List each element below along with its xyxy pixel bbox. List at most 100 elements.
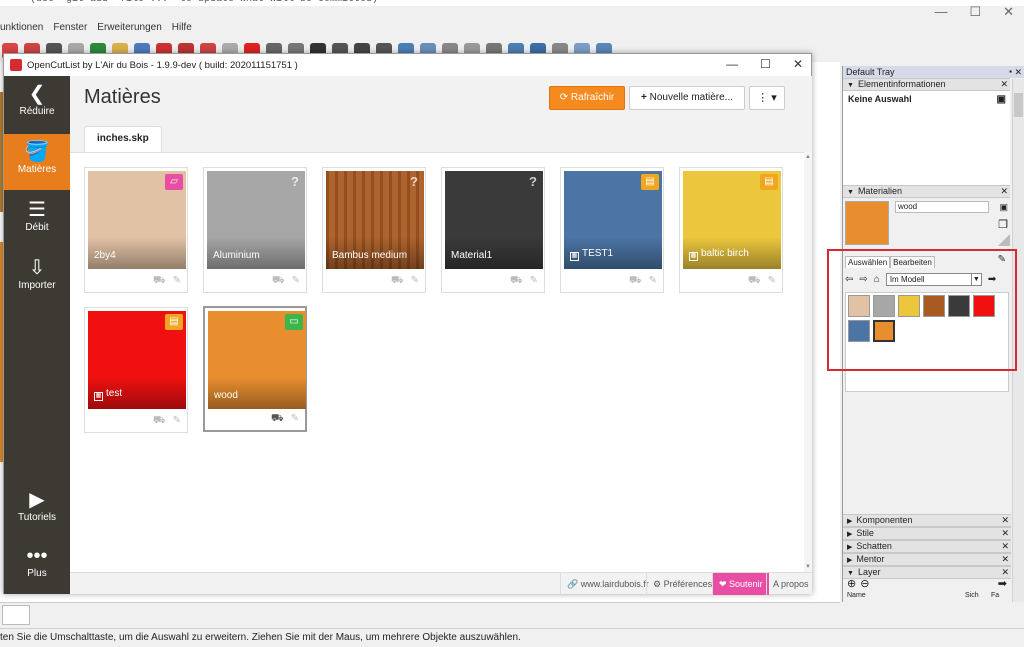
close-icon[interactable]: ✕: [1001, 541, 1009, 552]
more-dots-icon: •••: [26, 545, 48, 567]
sidebar-item-reduce[interactable]: ❮ Réduire: [4, 76, 70, 132]
material-name: Material1: [451, 250, 492, 261]
paint-icon[interactable]: ⛟: [153, 275, 166, 288]
menu-bar: unktionen Fenster Erweiterungen Hilfe: [0, 22, 192, 38]
more-menu-button[interactable]: ⋮ ▾: [749, 86, 785, 110]
column-visible[interactable]: Sich: [965, 592, 991, 602]
preferences-button[interactable]: ⚙ Préférences: [646, 573, 718, 595]
detail-toggle-icon[interactable]: [998, 234, 1010, 246]
edit-icon[interactable]: ✎: [291, 413, 299, 426]
import-icon: ⇩: [28, 257, 46, 279]
details-arrow-icon[interactable]: ➡: [998, 577, 1007, 590]
shadows-header[interactable]: ▶ Schatten ✕: [843, 540, 1011, 553]
edit-icon[interactable]: ✎: [173, 415, 181, 428]
close-icon[interactable]: ✕: [1000, 186, 1008, 197]
tab-file[interactable]: inches.skp: [84, 126, 162, 152]
sidebar-item-more[interactable]: ••• Plus: [4, 538, 70, 594]
paint-icon[interactable]: ⛟: [748, 275, 761, 288]
maximize-button[interactable]: ☐: [969, 4, 981, 20]
window-controls: — ☐ ✕: [726, 57, 803, 71]
create-material-icon[interactable]: ▣: [999, 202, 1008, 213]
edit-icon[interactable]: ✎: [411, 275, 419, 288]
close-icon[interactable]: ✕: [1014, 66, 1022, 78]
close-icon[interactable]: ✕: [1000, 79, 1008, 90]
edit-icon[interactable]: ✎: [649, 275, 657, 288]
paint-icon[interactable]: ⛟: [153, 415, 166, 428]
sidebar-item-cutlist[interactable]: ☰ Débit: [4, 192, 70, 248]
website-link[interactable]: 🔗 www.lairdubois.fr: [560, 573, 655, 595]
scroll-thumb[interactable]: [1014, 93, 1023, 117]
material-name-text: wood: [214, 390, 238, 401]
ocl-sidebar: ❮ Réduire 🪣 Matières ☰ Débit ⇩ Importer …: [4, 76, 70, 594]
material-card-selected[interactable]: wood ▭ ⛟ ✎: [203, 306, 307, 432]
materials-header[interactable]: ▼ Materialien ✕: [843, 185, 1010, 198]
edit-icon[interactable]: ✎: [292, 275, 300, 288]
close-button[interactable]: ✕: [1003, 4, 1014, 20]
material-card[interactable]: Aluminium? ⛟ ✎: [203, 167, 307, 293]
sidebar-item-materials[interactable]: 🪣 Matières: [4, 134, 70, 190]
edit-icon[interactable]: ✎: [173, 275, 181, 288]
ocl-title-bar: OpenCutList by L'Air du Bois - 1.9.9-dev…: [4, 54, 811, 76]
close-icon[interactable]: ✕: [1001, 515, 1009, 526]
material-thumbnail: Aluminium?: [207, 171, 305, 269]
paint-icon[interactable]: ⛟: [272, 275, 285, 288]
remove-layer-icon[interactable]: ⊖: [860, 577, 869, 590]
paint-icon[interactable]: ⛟: [510, 275, 523, 288]
edit-icon[interactable]: ✎: [768, 275, 776, 288]
minimize-button[interactable]: —: [726, 57, 738, 71]
menu-functions[interactable]: unktionen: [0, 22, 43, 38]
paint-bucket-icon: 🪣: [24, 141, 50, 163]
material-card[interactable]: Material1? ⛟ ✎: [441, 167, 545, 293]
maximize-button[interactable]: ☐: [760, 57, 771, 71]
material-thumbnail: 2by4 ▱: [88, 171, 186, 269]
pin-icon[interactable]: ▪: [1009, 66, 1012, 78]
close-button[interactable]: ✕: [793, 57, 803, 71]
close-icon[interactable]: ✕: [1001, 554, 1009, 565]
styles-header[interactable]: ▶ Stile ✕: [843, 527, 1011, 540]
about-button[interactable]: A propos: [766, 573, 815, 595]
opencutlist-window: OpenCutList by L'Air du Bois - 1.9.9-dev…: [3, 53, 815, 595]
column-name[interactable]: Name: [847, 592, 965, 602]
paint-icon[interactable]: ⛟: [391, 275, 404, 288]
default-material-icon[interactable]: ❒: [998, 218, 1008, 231]
plus-icon: +: [641, 92, 647, 103]
materials-grid: 2by4 ▱ ⛟ ✎ Aluminium? ⛟ ✎ Bambus medium? ⛟ ✎…: [70, 152, 806, 572]
new-material-button[interactable]: + Nouvelle matière...: [629, 86, 745, 110]
menu-window[interactable]: Fenster: [53, 22, 87, 38]
column-color[interactable]: Fa: [991, 592, 999, 602]
components-header[interactable]: ▶ Komponenten ✕: [843, 514, 1011, 527]
scroll-down-icon[interactable]: ▼: [805, 564, 811, 570]
material-name-field[interactable]: wood: [895, 201, 989, 213]
ocl-scrollbar[interactable]: ▲ ▼: [804, 152, 812, 572]
ocl-footer: 🔗 www.lairdubois.fr ⚙ Préférences ❤ Sout…: [70, 572, 815, 595]
sidebar-item-import[interactable]: ⇩ Importer: [4, 250, 70, 306]
paint-icon[interactable]: ⛟: [271, 413, 284, 426]
heart-icon: ❤: [719, 579, 730, 589]
sidebar-item-tutorials[interactable]: ▶ Tutoriels: [4, 482, 70, 538]
current-material-swatch[interactable]: [845, 201, 889, 245]
menu-extensions[interactable]: Erweiterungen: [97, 22, 161, 38]
texture-icon: ▦: [689, 252, 698, 261]
scroll-up-icon[interactable]: ▲: [805, 154, 811, 160]
material-card[interactable]: ▦ baltic birch ▤ ⛟ ✎: [679, 167, 783, 293]
material-name: Bambus medium: [332, 250, 407, 261]
entity-info-value: Keine Auswahl: [848, 94, 912, 104]
refresh-button[interactable]: ⟳ Rafraîchir: [549, 86, 625, 110]
file-tabs: inches.skp: [84, 126, 162, 152]
paint-icon[interactable]: ⛟: [629, 275, 642, 288]
menu-help[interactable]: Hilfe: [172, 22, 192, 38]
material-card[interactable]: ▦ test ▤ ⛟ ✎: [84, 307, 188, 433]
material-name-text: 2by4: [94, 250, 116, 261]
material-card[interactable]: ▦ TEST1 ▤ ⛟ ✎: [560, 167, 664, 293]
minimize-button[interactable]: —: [934, 4, 947, 20]
material-card[interactable]: Bambus medium? ⛟ ✎: [322, 167, 426, 293]
close-icon[interactable]: ✕: [1001, 528, 1009, 539]
add-layer-icon[interactable]: ⊕: [847, 577, 856, 590]
entity-icon[interactable]: ▣: [997, 94, 1006, 105]
material-card[interactable]: 2by4 ▱ ⛟ ✎: [84, 167, 188, 293]
support-button[interactable]: ❤ Soutenir: [712, 573, 769, 595]
edit-icon[interactable]: ✎: [530, 275, 538, 288]
entity-info-header[interactable]: ▼ Elementinformationen ✕: [843, 78, 1010, 91]
measurements-box[interactable]: [2, 605, 30, 625]
mentor-header[interactable]: ▶ Mentor ✕: [843, 553, 1011, 566]
